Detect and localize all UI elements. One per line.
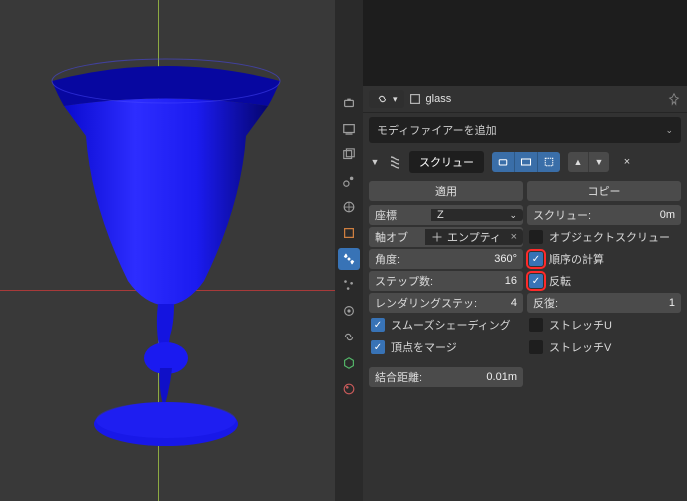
copy-button[interactable]: コピー: [527, 181, 681, 201]
tab-particles-icon[interactable]: [338, 274, 360, 296]
stretch-v-check[interactable]: ストレッチV: [527, 337, 681, 357]
iterations-field[interactable]: 反復:1: [527, 293, 681, 313]
viewport-3d[interactable]: [0, 0, 335, 501]
pin-icon[interactable]: [667, 92, 681, 106]
object-name: glass: [426, 93, 452, 105]
chevron-down-icon: ⌄: [665, 125, 673, 136]
add-modifier-dropdown[interactable]: モディファイアーを追加 ⌄: [369, 117, 681, 143]
move-up-button[interactable]: ▲: [568, 152, 589, 172]
checkbox-on-icon: ✓: [529, 252, 543, 266]
merge-verts-check[interactable]: ✓頂点をマージ: [369, 337, 523, 357]
angle-field[interactable]: 角度:360°: [369, 249, 523, 269]
toggle-editmode-icon[interactable]: [538, 152, 560, 172]
properties-panel: ▾ glass モディファイアーを追加 ⌄ ▼ スクリュー ▲ ▼ ×: [363, 0, 687, 501]
modifier-header: ▼ スクリュー ▲ ▼ ×: [369, 149, 681, 175]
disclosure-triangle[interactable]: ▼: [369, 157, 381, 167]
steps-field[interactable]: ステップ数:16: [369, 271, 523, 291]
object-header: ▾ glass: [363, 86, 687, 113]
calc-order-check[interactable]: ✓順序の計算: [527, 249, 681, 269]
checkbox-off-icon: [529, 318, 543, 332]
tab-viewlayer-icon[interactable]: [338, 144, 360, 166]
tab-render-icon[interactable]: [338, 92, 360, 114]
tab-output-icon[interactable]: [338, 118, 360, 140]
toggle-viewport-icon[interactable]: [515, 152, 538, 172]
apply-button[interactable]: 適用: [369, 181, 523, 201]
panel-top-empty: [363, 0, 687, 86]
tab-world-icon[interactable]: [338, 196, 360, 218]
smooth-shading-check[interactable]: ✓スムーズシェーディング: [369, 315, 523, 335]
toggle-render-icon[interactable]: [492, 152, 515, 172]
flip-check[interactable]: ✓反転: [527, 271, 681, 291]
goblet-mesh[interactable]: [46, 36, 286, 456]
tab-constraints-icon[interactable]: [338, 326, 360, 348]
modifier-display-toggles: [492, 152, 560, 172]
checkbox-on-icon: ✓: [371, 318, 385, 332]
mesh-icon: [408, 92, 422, 106]
properties-tab-column: [335, 0, 363, 501]
datablock-selector[interactable]: ▾: [369, 90, 404, 108]
checkbox-off-icon: [529, 230, 543, 244]
screw-offset-field[interactable]: スクリュー:0m: [527, 205, 681, 225]
checkbox-on-icon: ✓: [371, 340, 385, 354]
merge-dist-field[interactable]: 結合距離:0.01m: [369, 367, 523, 387]
empty-icon: [431, 231, 443, 243]
screw-modifier-icon: [385, 152, 405, 172]
axis-object-field[interactable]: 軸オブ エンプティ×: [369, 227, 523, 247]
tab-physics-icon[interactable]: [338, 300, 360, 322]
tab-scene-icon[interactable]: [338, 170, 360, 192]
tab-modifier-icon[interactable]: [338, 248, 360, 270]
modifier-name[interactable]: スクリュー: [409, 151, 484, 173]
link-icon: [375, 92, 389, 106]
tab-data-icon[interactable]: [338, 352, 360, 374]
checkbox-off-icon: [529, 340, 543, 354]
axis-field[interactable]: 座標 Z⌄: [369, 205, 523, 225]
object-screw-check[interactable]: オブジェクトスクリュー: [527, 227, 681, 247]
delete-modifier-button[interactable]: ×: [617, 152, 637, 172]
tab-material-icon[interactable]: [338, 378, 360, 400]
add-modifier-label: モディファイアーを追加: [377, 122, 497, 138]
checkbox-on-icon: ✓: [529, 274, 543, 288]
rendersteps-field[interactable]: レンダリングステッ:4: [369, 293, 523, 313]
modifier-reorder: ▲ ▼: [568, 152, 609, 172]
stretch-u-check[interactable]: ストレッチU: [527, 315, 681, 335]
tab-object-icon[interactable]: [338, 222, 360, 244]
clear-icon[interactable]: ×: [511, 231, 517, 243]
move-down-button[interactable]: ▼: [589, 152, 609, 172]
